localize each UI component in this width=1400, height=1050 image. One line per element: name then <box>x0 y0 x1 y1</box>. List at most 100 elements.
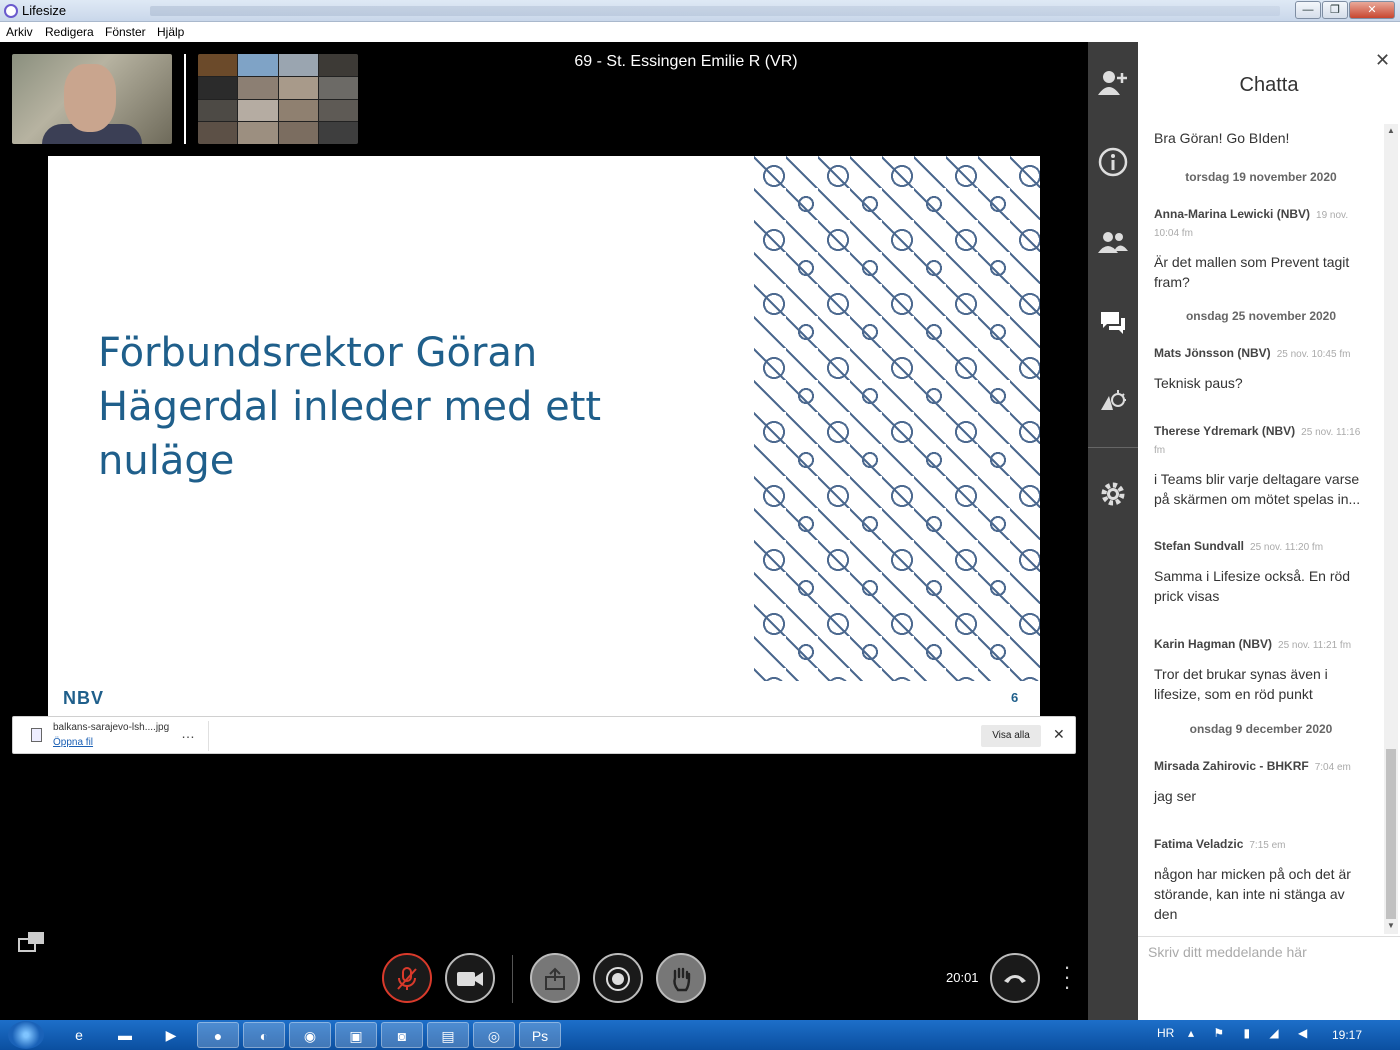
participant-tile <box>238 54 278 76</box>
gear-glyph <box>1101 482 1125 506</box>
participant-tile <box>278 99 318 122</box>
lifesize-icon[interactable]: ◎ <box>473 1022 515 1048</box>
show-all-button[interactable]: Visa alla <box>981 725 1041 747</box>
chat-message: Stefan Sundvall 25 nov. 11:20 fm Samma i … <box>1154 538 1366 606</box>
layout-toggle-icon[interactable] <box>18 932 46 954</box>
open-file-link[interactable]: Öppna fil <box>53 737 93 748</box>
maximize-button[interactable]: ❐ <box>1322 1 1348 19</box>
info-glyph <box>1098 147 1128 177</box>
folder-icon[interactable]: ▬ <box>104 1022 146 1048</box>
chat-timestamp: 25 nov. 11:21 fm <box>1278 640 1352 651</box>
chat-message-body: Är det mallen som Prevent tagit fram? <box>1154 254 1350 290</box>
chat-scrollbar[interactable]: ▲ ▼ <box>1384 124 1398 934</box>
date-separator: onsdag 25 november 2020 <box>1185 309 1337 323</box>
system-tray-icons[interactable]: ▴ ⚑ ▮ ◢ ◀ <box>1188 1026 1315 1040</box>
self-view-video[interactable] <box>12 54 172 144</box>
close-download-bar-button[interactable]: ✕ <box>1053 726 1065 743</box>
video-area: 69 - St. Essingen Emilie R (VR) Förbunds… <box>0 42 1088 1020</box>
thumbnail-divider <box>184 54 186 144</box>
scroll-down-arrow-icon[interactable]: ▼ <box>1387 921 1395 930</box>
chat-message-list[interactable]: Bra Göran! Go BIden! torsdag 19 november… <box>1138 124 1384 934</box>
shared-presentation-slide: Förbundsrektor Göran Hägerdal inleder me… <box>48 156 1040 716</box>
download-filename[interactable]: balkans-sarajevo-lsh....jpg <box>53 722 169 733</box>
notepad-icon[interactable]: ▤ <box>427 1022 469 1048</box>
participant-tile <box>238 76 278 99</box>
chat-message-header: Therese Ydremark (NBV) 25 nov. 11:16 fm <box>1154 423 1366 459</box>
media-player-icon[interactable]: ▶ <box>150 1022 192 1048</box>
chrome-icon[interactable]: ◉ <box>289 1022 331 1048</box>
photoshop-icon[interactable]: Ps <box>519 1022 561 1048</box>
participant-tile <box>238 99 278 122</box>
menu-fonster[interactable]: Fönster <box>105 25 146 39</box>
self-view-head <box>64 64 116 132</box>
effects-icon[interactable] <box>1088 382 1138 422</box>
chat-message-header: Fatima Veladzic 7:15 em <box>1154 836 1366 854</box>
chat-title: Chatta <box>1239 74 1299 96</box>
record-glyph <box>606 967 630 991</box>
slide-heading: Förbundsrektor Göran Hägerdal inleder me… <box>98 330 602 484</box>
icon-bar-separator <box>1088 447 1138 448</box>
meeting-title: 69 - St. Essingen Emilie R (VR) <box>574 53 798 70</box>
close-window-button[interactable]: ✕ <box>1349 1 1395 19</box>
mic-muted-glyph <box>397 967 417 990</box>
chat-message-input[interactable] <box>1148 941 1388 963</box>
scrollbar-thumb[interactable] <box>1386 749 1396 919</box>
raise-hand-icon[interactable] <box>656 953 706 1003</box>
date-separator: torsdag 19 november 2020 <box>1185 170 1337 184</box>
chat-icon[interactable] <box>1088 302 1138 342</box>
chat-author: Fatima Veladzic <box>1154 837 1244 851</box>
chat-panel: ✕ Chatta Bra Göran! Go BIden! torsdag 19… <box>1138 42 1400 1020</box>
effects-glyph <box>1101 390 1126 410</box>
chat-message-header: Stefan Sundvall 25 nov. 11:20 fm <box>1154 538 1366 556</box>
menu-arkiv[interactable]: Arkiv <box>6 25 33 39</box>
share-icon[interactable] <box>530 953 580 1003</box>
taskbar-clock[interactable]: 19:17 <box>1332 1028 1362 1042</box>
camera-icon[interactable] <box>445 953 495 1003</box>
download-more-button[interactable]: … <box>181 725 195 741</box>
layout-box-front <box>28 932 44 944</box>
chat-message: Therese Ydremark (NBV) 25 nov. 11:16 fm i… <box>1154 423 1366 509</box>
menu-hjalp[interactable]: Hjälp <box>157 25 184 39</box>
ie-icon[interactable]: e <box>58 1022 100 1048</box>
chat-timestamp: 25 nov. 11:20 fm <box>1250 542 1324 553</box>
menu-redigera[interactable]: Redigera <box>45 25 94 39</box>
participant-tile <box>198 76 238 99</box>
participant-tile <box>278 122 318 144</box>
chat-message-body: någon har micken på och det är störande,… <box>1154 866 1351 922</box>
outlook-icon[interactable]: ◙ <box>381 1022 423 1048</box>
chat-glyph <box>1101 312 1125 334</box>
add-participant-icon[interactable] <box>1088 62 1138 102</box>
info-icon[interactable] <box>1088 142 1138 182</box>
start-button[interactable] <box>8 1021 44 1049</box>
close-chat-button[interactable]: ✕ <box>1375 50 1390 71</box>
chat-message-body: Samma i Lifesize också. En röd prick vis… <box>1154 568 1351 604</box>
title-bar: Lifesize — ❐ ✕ <box>0 0 1400 22</box>
chat-message-header: Mirsada Zahirovic - BHKRF 7:04 em <box>1154 758 1366 776</box>
download-bar: balkans-sarajevo-lsh....jpg Öppna fil … … <box>12 716 1076 754</box>
chat-timestamp: 25 nov. 10:45 fm <box>1276 349 1351 360</box>
scroll-up-arrow-icon[interactable]: ▲ <box>1387 126 1395 135</box>
participant-tile <box>318 99 358 122</box>
mic-muted-icon[interactable] <box>382 953 432 1003</box>
image-file-icon <box>31 728 42 742</box>
participants-gallery-video[interactable] <box>198 54 358 144</box>
participants-icon[interactable] <box>1088 222 1138 262</box>
chat-message: Fatima Veladzic 7:15 em någon har micken … <box>1154 836 1366 924</box>
hang-up-icon[interactable] <box>990 953 1040 1003</box>
chat-message-body: jag ser <box>1154 788 1197 804</box>
record-icon[interactable] <box>593 953 643 1003</box>
language-indicator[interactable]: HR <box>1157 1026 1174 1040</box>
chat-message-body: Teknisk paus? <box>1154 375 1243 391</box>
chat-author: Mirsada Zahirovic - BHKRF <box>1154 759 1309 773</box>
settings-gear-icon[interactable] <box>1088 474 1138 514</box>
save-icon[interactable]: ▣ <box>335 1022 377 1048</box>
firefox-icon[interactable]: ● <box>197 1022 239 1048</box>
edge-icon[interactable]: ◐ <box>243 1022 285 1048</box>
date-separator: onsdag 9 december 2020 <box>1189 722 1333 736</box>
lifesize-logo-icon <box>4 4 18 18</box>
chat-author: Anna-Marina Lewicki (NBV) <box>1154 207 1311 221</box>
participant-tile <box>198 122 238 144</box>
meeting-duration: 20:01 <box>946 970 979 985</box>
more-options-icon[interactable]: · · · <box>1060 956 1074 998</box>
minimize-button[interactable]: — <box>1295 1 1321 19</box>
